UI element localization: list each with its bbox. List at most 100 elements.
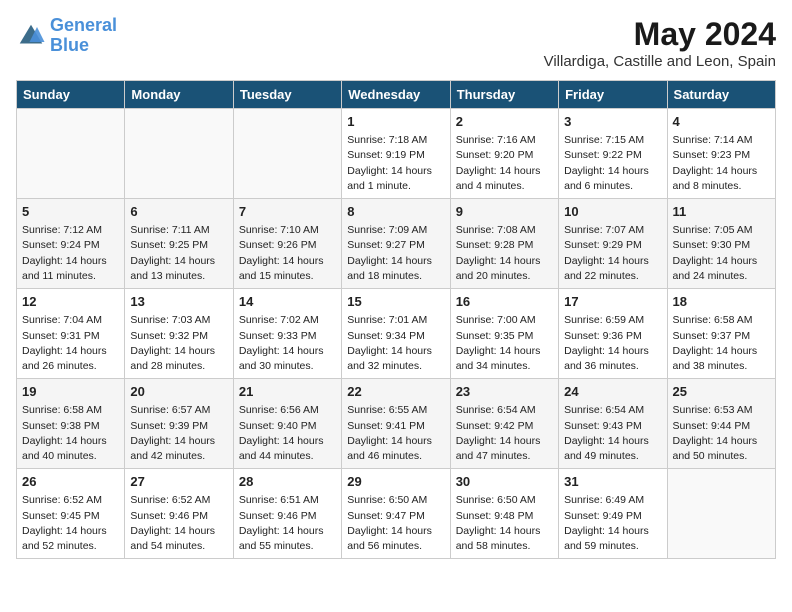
col-header-friday: Friday <box>559 81 667 109</box>
day-info: Sunrise: 7:10 AMSunset: 9:26 PMDaylight:… <box>239 223 336 284</box>
day-info: Sunrise: 6:54 AMSunset: 9:43 PMDaylight:… <box>564 403 661 464</box>
week-row-3: 12Sunrise: 7:04 AMSunset: 9:31 PMDayligh… <box>17 289 776 379</box>
day-number: 29 <box>347 473 444 491</box>
day-cell: 23Sunrise: 6:54 AMSunset: 9:42 PMDayligh… <box>450 379 558 469</box>
day-number: 23 <box>456 383 553 401</box>
day-cell: 20 Sunrise: 6:57 AMSunset: 9:39 PMDayligh… <box>125 379 233 469</box>
col-header-wednesday: Wednesday <box>342 81 450 109</box>
day-cell: 21Sunrise: 6:56 AMSunset: 9:40 PMDayligh… <box>233 379 341 469</box>
day-cell: 10 Sunrise: 7:07 AMSunset: 9:29 PMDayligh… <box>559 199 667 289</box>
day-cell: 1Sunrise: 7:18 AMSunset: 9:19 PMDaylight… <box>342 109 450 199</box>
day-info: Sunrise: 6:51 AMSunset: 9:46 PMDaylight:… <box>239 493 336 554</box>
day-cell: 7 Sunrise: 7:10 AMSunset: 9:26 PMDaylight… <box>233 199 341 289</box>
day-info: Sunrise: 7:00 AMSunset: 9:35 PMDaylight:… <box>456 313 553 374</box>
calendar-table: SundayMondayTuesdayWednesdayThursdayFrid… <box>16 80 776 559</box>
day-info: Sunrise: 6:50 AMSunset: 9:48 PMDaylight:… <box>456 493 553 554</box>
day-info: Sunrise: 6:57 AMSunset: 9:39 PMDaylight:… <box>130 403 227 464</box>
col-header-tuesday: Tuesday <box>233 81 341 109</box>
day-info: Sunrise: 7:16 AMSunset: 9:20 PMDaylight:… <box>456 133 553 194</box>
day-number: 9 <box>456 203 553 221</box>
day-info: Sunrise: 6:50 AMSunset: 9:47 PMDaylight:… <box>347 493 444 554</box>
day-info: Sunrise: 7:04 AMSunset: 9:31 PMDaylight:… <box>22 313 119 374</box>
logo-text: General Blue <box>50 16 117 56</box>
day-cell: 18 Sunrise: 6:58 AMSunset: 9:37 PMDayligh… <box>667 289 775 379</box>
day-number: 2 <box>456 113 553 131</box>
day-info: Sunrise: 7:18 AMSunset: 9:19 PMDaylight:… <box>347 133 444 194</box>
day-cell: 9Sunrise: 7:08 AMSunset: 9:28 PMDaylight… <box>450 199 558 289</box>
day-cell: 17 Sunrise: 6:59 AMSunset: 9:36 PMDayligh… <box>559 289 667 379</box>
week-row-2: 5Sunrise: 7:12 AMSunset: 9:24 PMDaylight… <box>17 199 776 289</box>
day-cell: 26Sunrise: 6:52 AMSunset: 9:45 PMDayligh… <box>17 469 125 559</box>
day-number: 17 <box>564 293 661 311</box>
logo-general: General <box>50 15 117 35</box>
day-cell: 30 Sunrise: 6:50 AMSunset: 9:48 PMDayligh… <box>450 469 558 559</box>
day-number: 19 <box>22 383 119 401</box>
title-area: May 2024 Villardiga, Castille and Leon, … <box>544 16 776 70</box>
day-number: 14 <box>239 293 336 311</box>
day-info: Sunrise: 7:14 AMSunset: 9:23 PMDaylight:… <box>673 133 770 194</box>
day-cell: 6 Sunrise: 7:11 AMSunset: 9:25 PMDaylight… <box>125 199 233 289</box>
day-number: 11 <box>673 203 770 221</box>
day-cell: 24 Sunrise: 6:54 AMSunset: 9:43 PMDayligh… <box>559 379 667 469</box>
day-number: 31 <box>564 473 661 491</box>
page-header: General Blue May 2024 Villardiga, Castil… <box>16 16 776 70</box>
col-header-sunday: Sunday <box>17 81 125 109</box>
day-cell <box>125 109 233 199</box>
day-number: 13 <box>130 293 227 311</box>
logo-icon <box>16 21 46 51</box>
day-cell: 15 Sunrise: 7:01 AMSunset: 9:34 PMDayligh… <box>342 289 450 379</box>
day-info: Sunrise: 7:05 AMSunset: 9:30 PMDaylight:… <box>673 223 770 284</box>
day-info: Sunrise: 7:07 AMSunset: 9:29 PMDaylight:… <box>564 223 661 284</box>
day-info: Sunrise: 7:09 AMSunset: 9:27 PMDaylight:… <box>347 223 444 284</box>
day-cell: 8Sunrise: 7:09 AMSunset: 9:27 PMDaylight… <box>342 199 450 289</box>
day-number: 25 <box>673 383 770 401</box>
day-cell: 3 Sunrise: 7:15 AMSunset: 9:22 PMDaylight… <box>559 109 667 199</box>
day-number: 30 <box>456 473 553 491</box>
day-number: 28 <box>239 473 336 491</box>
logo-blue: Blue <box>50 35 89 55</box>
week-row-1: 1Sunrise: 7:18 AMSunset: 9:19 PMDaylight… <box>17 109 776 199</box>
day-info: Sunrise: 7:03 AMSunset: 9:32 PMDaylight:… <box>130 313 227 374</box>
day-info: Sunrise: 6:58 AMSunset: 9:37 PMDaylight:… <box>673 313 770 374</box>
day-number: 22 <box>347 383 444 401</box>
day-info: Sunrise: 6:53 AMSunset: 9:44 PMDaylight:… <box>673 403 770 464</box>
day-cell: 25 Sunrise: 6:53 AMSunset: 9:44 PMDayligh… <box>667 379 775 469</box>
day-number: 4 <box>673 113 770 131</box>
day-info: Sunrise: 6:58 AMSunset: 9:38 PMDaylight:… <box>22 403 119 464</box>
day-number: 16 <box>456 293 553 311</box>
day-cell: 14Sunrise: 7:02 AMSunset: 9:33 PMDayligh… <box>233 289 341 379</box>
day-number: 3 <box>564 113 661 131</box>
day-cell: 13 Sunrise: 7:03 AMSunset: 9:32 PMDayligh… <box>125 289 233 379</box>
day-cell: 31Sunrise: 6:49 AMSunset: 9:49 PMDayligh… <box>559 469 667 559</box>
day-cell: 5Sunrise: 7:12 AMSunset: 9:24 PMDaylight… <box>17 199 125 289</box>
day-number: 7 <box>239 203 336 221</box>
day-cell: 28 Sunrise: 6:51 AMSunset: 9:46 PMDayligh… <box>233 469 341 559</box>
day-number: 20 <box>130 383 227 401</box>
day-number: 5 <box>22 203 119 221</box>
day-info: Sunrise: 7:15 AMSunset: 9:22 PMDaylight:… <box>564 133 661 194</box>
day-number: 10 <box>564 203 661 221</box>
day-number: 15 <box>347 293 444 311</box>
location: Villardiga, Castille and Leon, Spain <box>544 53 776 70</box>
day-cell <box>233 109 341 199</box>
col-header-saturday: Saturday <box>667 81 775 109</box>
day-number: 24 <box>564 383 661 401</box>
day-cell: 11 Sunrise: 7:05 AMSunset: 9:30 PMDayligh… <box>667 199 775 289</box>
day-number: 6 <box>130 203 227 221</box>
day-cell: 29 Sunrise: 6:50 AMSunset: 9:47 PMDayligh… <box>342 469 450 559</box>
day-cell <box>17 109 125 199</box>
day-info: Sunrise: 7:01 AMSunset: 9:34 PMDaylight:… <box>347 313 444 374</box>
day-number: 27 <box>130 473 227 491</box>
day-cell: 16 Sunrise: 7:00 AMSunset: 9:35 PMDayligh… <box>450 289 558 379</box>
day-cell: 2 Sunrise: 7:16 AMSunset: 9:20 PMDaylight… <box>450 109 558 199</box>
col-header-monday: Monday <box>125 81 233 109</box>
day-info: Sunrise: 6:59 AMSunset: 9:36 PMDaylight:… <box>564 313 661 374</box>
logo: General Blue <box>16 16 117 56</box>
month-title: May 2024 <box>544 16 776 53</box>
day-cell: 27Sunrise: 6:52 AMSunset: 9:46 PMDayligh… <box>125 469 233 559</box>
day-cell: 4 Sunrise: 7:14 AMSunset: 9:23 PMDaylight… <box>667 109 775 199</box>
day-cell <box>667 469 775 559</box>
day-info: Sunrise: 7:11 AMSunset: 9:25 PMDaylight:… <box>130 223 227 284</box>
day-number: 18 <box>673 293 770 311</box>
day-cell: 19 Sunrise: 6:58 AMSunset: 9:38 PMDayligh… <box>17 379 125 469</box>
